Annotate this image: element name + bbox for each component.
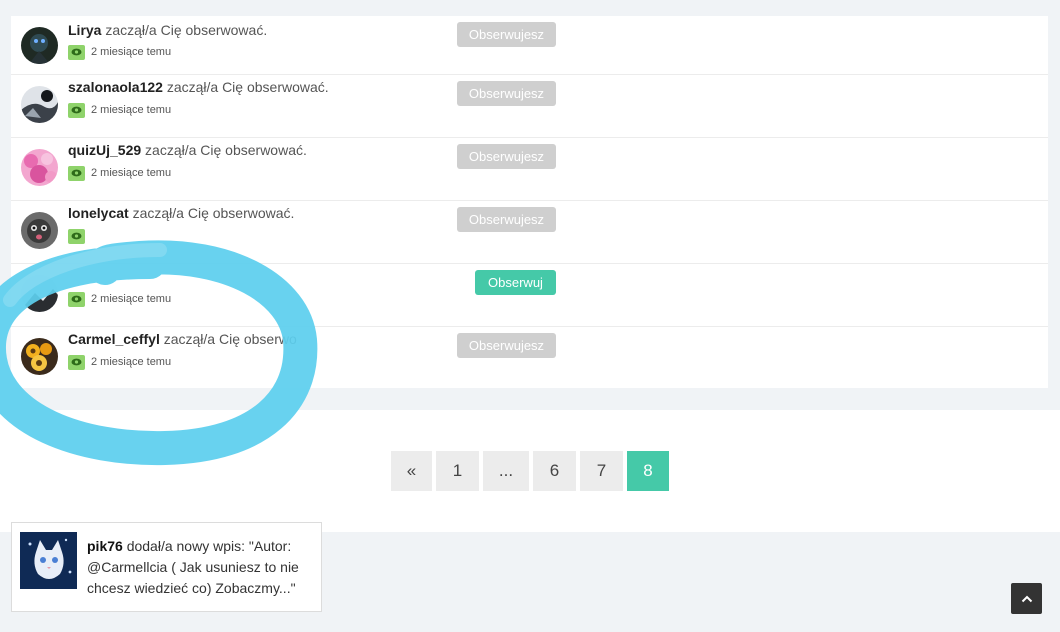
action-text: zaczął/a Cię obserwować. <box>145 142 307 158</box>
notification-text: quizUj_529 zaczął/a Cię obserwować. <box>68 142 307 158</box>
notification-text: Carmel_ceffyl zaczął/a Cię obserwo <box>68 331 297 347</box>
pagination-page-8[interactable]: 8 <box>627 451 669 491</box>
username-link[interactable]: lonelycat <box>68 205 129 221</box>
eye-icon <box>68 165 85 181</box>
timestamp: 2 miesiące temu <box>91 104 172 116</box>
post-thumbnail[interactable] <box>20 532 77 589</box>
list-item: lonelycat zaczął/a Cię obserwować. Obser… <box>11 200 1048 263</box>
eye-icon <box>68 354 85 370</box>
eye-icon <box>68 291 85 307</box>
username-link[interactable]: Carmel_ceffyl <box>68 331 160 347</box>
following-button[interactable]: Obserwujesz <box>457 144 556 169</box>
notification-meta: 2 miesiące temu <box>68 102 171 118</box>
notification-meta: 2 miesiące temu <box>68 165 171 181</box>
avatar[interactable] <box>21 149 58 186</box>
username-link[interactable]: szalonaola122 <box>68 79 163 95</box>
avatar[interactable] <box>21 212 58 249</box>
recent-post-text: pik76 dodał/a nowy wpis: "Autor: @Carmel… <box>87 536 312 599</box>
notification-list: Lirya zaczął/a Cię obserwować. 2 miesiąc… <box>11 16 1048 388</box>
pagination-page-6[interactable]: 6 <box>533 451 576 491</box>
timestamp: 2 miesiące temu <box>91 356 172 368</box>
avatar[interactable] <box>21 86 58 123</box>
list-item: Carmel_ceffyl zaczął/a Cię obserwo 2 mie… <box>11 326 1048 389</box>
follow-button[interactable]: Obserwuj <box>475 270 556 295</box>
following-button[interactable]: Obserwujesz <box>457 207 556 232</box>
avatar[interactable] <box>21 275 58 312</box>
list-item: 2 miesiące temu Obserwuj <box>11 263 1048 326</box>
list-item: Lirya zaczął/a Cię obserwować. 2 miesiąc… <box>11 0 1048 74</box>
avatar[interactable] <box>21 338 58 375</box>
eye-icon <box>68 44 85 60</box>
eye-icon <box>68 228 85 244</box>
following-button[interactable]: Obserwujesz <box>457 81 556 106</box>
timestamp: 2 miesiące temu <box>91 293 172 305</box>
notification-text: Lirya zaczął/a Cię obserwować. <box>68 22 267 38</box>
timestamp: 2 miesiące temu <box>91 167 172 179</box>
pagination-page-1[interactable]: 1 <box>436 451 479 491</box>
notification-text: lonelycat zaczął/a Cię obserwować. <box>68 205 294 221</box>
action-text: zaczął/a Cię obserwować. <box>105 22 268 38</box>
scroll-to-top-button[interactable] <box>1011 583 1042 614</box>
recent-post-popup[interactable]: pik76 dodał/a nowy wpis: "Autor: @Carmel… <box>11 522 322 612</box>
action-text: zaczął/a Cię obserwować. <box>166 79 329 95</box>
list-item: quizUj_529 zaczął/a Cię obserwować. 2 mi… <box>11 137 1048 200</box>
pagination-prev[interactable]: « <box>391 451 432 491</box>
following-button[interactable]: Obserwujesz <box>457 22 556 47</box>
post-username[interactable]: pik76 <box>87 538 123 554</box>
notification-meta <box>68 228 91 244</box>
action-text: zaczął/a Cię obserwo <box>163 331 297 347</box>
pagination-ellipsis: ... <box>483 451 529 491</box>
timestamp: 2 miesiące temu <box>91 46 172 58</box>
pagination-band <box>0 410 1060 532</box>
pagination-page-7[interactable]: 7 <box>580 451 623 491</box>
chevron-up-icon <box>1021 595 1032 602</box>
notification-meta: 2 miesiące temu <box>68 354 171 370</box>
eye-icon <box>68 102 85 118</box>
avatar[interactable] <box>21 27 58 64</box>
notification-meta: 2 miesiące temu <box>68 44 171 60</box>
username-link[interactable]: Lirya <box>68 22 101 38</box>
notification-meta: 2 miesiące temu <box>68 291 171 307</box>
list-item: szalonaola122 zaczął/a Cię obserwować. 2… <box>11 74 1048 137</box>
action-text: zaczął/a Cię obserwować. <box>132 205 295 221</box>
notification-text: szalonaola122 zaczął/a Cię obserwować. <box>68 79 329 95</box>
username-link[interactable]: quizUj_529 <box>68 142 141 158</box>
following-button[interactable]: Obserwujesz <box>457 333 556 358</box>
